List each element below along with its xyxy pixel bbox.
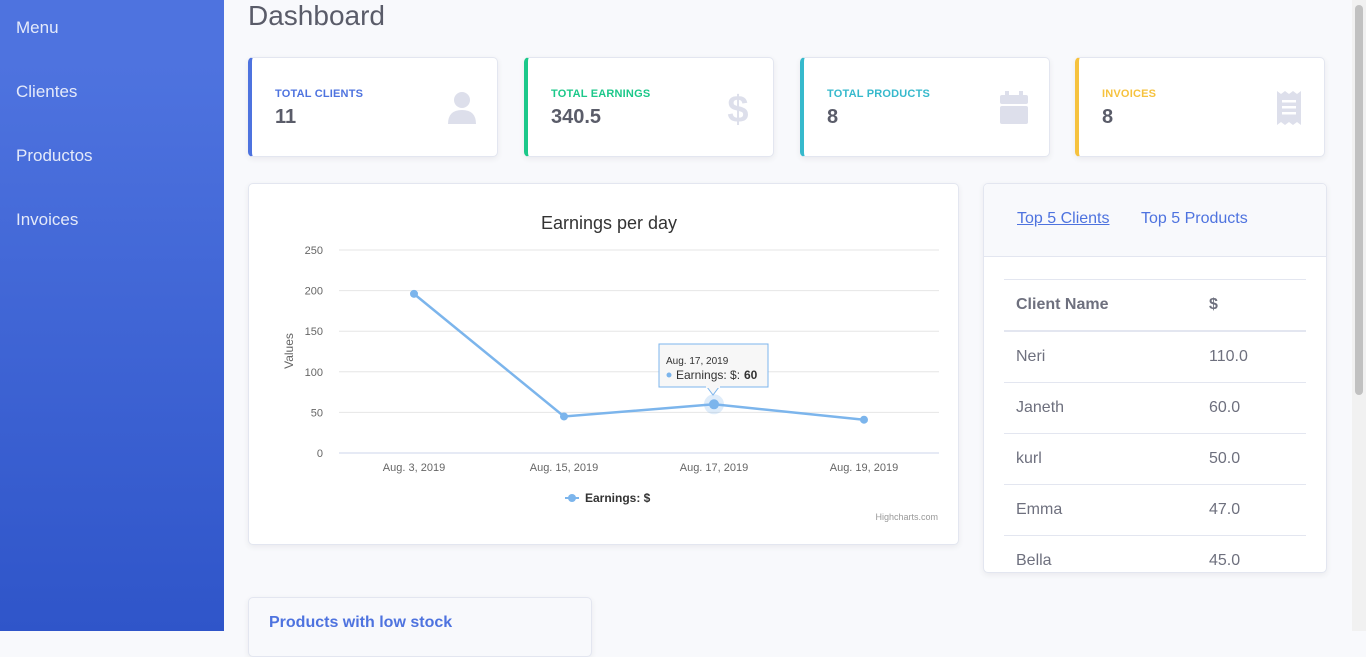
y-tick-label: 50: [311, 407, 323, 419]
x-tick-label: Aug. 19, 2019: [830, 462, 899, 474]
client-amount: 110.0: [1197, 330, 1306, 383]
card-total-products: TOTAL PRODUCTS 8: [800, 57, 1050, 157]
chart-legend[interactable]: Earnings: $: [565, 491, 651, 505]
card-label: TOTAL EARNINGS: [551, 88, 651, 100]
table-row: Janeth 60.0: [1004, 382, 1306, 434]
table-header-row: Client Name $: [1004, 279, 1306, 332]
card-value: 8: [827, 106, 839, 128]
client-name: Neri: [1004, 330, 1197, 383]
card-value: 11: [275, 106, 297, 128]
sidebar-item-clientes[interactable]: Clientes: [16, 82, 77, 102]
card-label: TOTAL PRODUCTS: [827, 88, 931, 100]
client-amount: 45.0: [1197, 535, 1306, 572]
calendar-icon: [1000, 91, 1028, 124]
table-row: Emma 47.0: [1004, 484, 1306, 536]
scrollbar-thumb[interactable]: [1355, 5, 1363, 395]
earnings-chart: Earnings per day Values 050100150200250 …: [282, 213, 939, 522]
y-tick-label: 200: [305, 286, 323, 298]
card-value: 8: [1102, 106, 1114, 128]
top-five-tabs: Top 5 Clients Top 5 Products: [984, 184, 1326, 257]
client-name: Emma: [1004, 484, 1197, 536]
tooltip-header: Aug. 17, 2019: [666, 356, 729, 367]
page-scrollbar[interactable]: [1352, 0, 1366, 631]
chart-credits[interactable]: Highcharts.com: [875, 512, 938, 522]
y-tick-label: 250: [305, 245, 323, 257]
column-header-amount: $: [1197, 279, 1306, 332]
x-tick-label: Aug. 15, 2019: [530, 462, 599, 474]
client-name: Janeth: [1004, 382, 1197, 434]
svg-text:$: $: [727, 90, 748, 126]
y-tick-label: 150: [305, 326, 323, 338]
tab-top-5-products[interactable]: Top 5 Products: [1141, 210, 1248, 228]
top-clients-table: Client Name $ Neri 110.0 Janeth 60.0 kurl 5…: [1004, 279, 1306, 572]
earnings-chart-panel: Earnings per day Values 0 50 100 150 200 250 …: [248, 183, 959, 545]
client-amount: 60.0: [1197, 382, 1306, 434]
chart-tooltip: Aug. 17, 2019 Earnings: $: 60: [658, 343, 769, 396]
client-amount: 50.0: [1197, 433, 1306, 485]
card-total-clients: TOTAL CLIENTS 11: [248, 57, 498, 157]
x-tick-label: Aug. 3, 2019: [383, 462, 445, 474]
tab-top-5-clients[interactable]: Top 5 Clients: [1017, 210, 1110, 228]
data-point[interactable]: [560, 412, 568, 421]
card-total-earnings: TOTAL EARNINGS 340.5 $: [524, 57, 774, 157]
card-invoices: INVOICES 8: [1075, 57, 1325, 157]
card-label: INVOICES: [1102, 88, 1157, 100]
low-stock-panel: Products with low stock: [248, 597, 592, 657]
client-amount: 47.0: [1197, 484, 1306, 536]
legend-item-earnings[interactable]: Earnings: $: [585, 491, 651, 505]
data-point[interactable]: [860, 415, 868, 424]
x-tick-label: Aug. 17, 2019: [680, 462, 749, 474]
low-stock-title: Products with low stock: [269, 614, 453, 631]
page-title: Dashboard: [248, 0, 385, 31]
table-row: kurl 50.0: [1004, 433, 1306, 485]
sidebar-item-menu[interactable]: Menu: [16, 18, 59, 38]
sidebar: Menu Clientes Productos Invoices: [0, 0, 224, 631]
receipt-icon: [1277, 91, 1301, 125]
chart-title: Earnings per day: [541, 213, 677, 233]
y-tick-label: 0: [317, 448, 323, 460]
card-label: TOTAL CLIENTS: [275, 88, 364, 100]
card-value: 340.5: [551, 106, 602, 128]
dollar-icon: $: [727, 90, 748, 126]
top-five-panel: Top 5 Clients Top 5 Products Client Name…: [983, 183, 1327, 573]
tooltip-value: 60: [744, 368, 758, 382]
column-header-client-name: Client Name: [1004, 279, 1197, 332]
table-row: Bella 45.0: [1004, 535, 1306, 572]
data-point[interactable]: [410, 289, 418, 298]
y-tick-label: 100: [305, 367, 323, 379]
sidebar-item-invoices[interactable]: Invoices: [16, 210, 78, 230]
y-axis-label: Values: [282, 333, 296, 369]
user-icon: [448, 92, 476, 124]
client-name: kurl: [1004, 433, 1197, 485]
table-row: Neri 110.0: [1004, 330, 1306, 383]
sidebar-item-productos[interactable]: Productos: [16, 146, 93, 166]
series-line-earnings: [413, 292, 865, 421]
client-name: Bella: [1004, 535, 1197, 572]
tooltip-series-label: Earnings: $:: [676, 368, 740, 382]
data-point[interactable]: [709, 399, 719, 410]
